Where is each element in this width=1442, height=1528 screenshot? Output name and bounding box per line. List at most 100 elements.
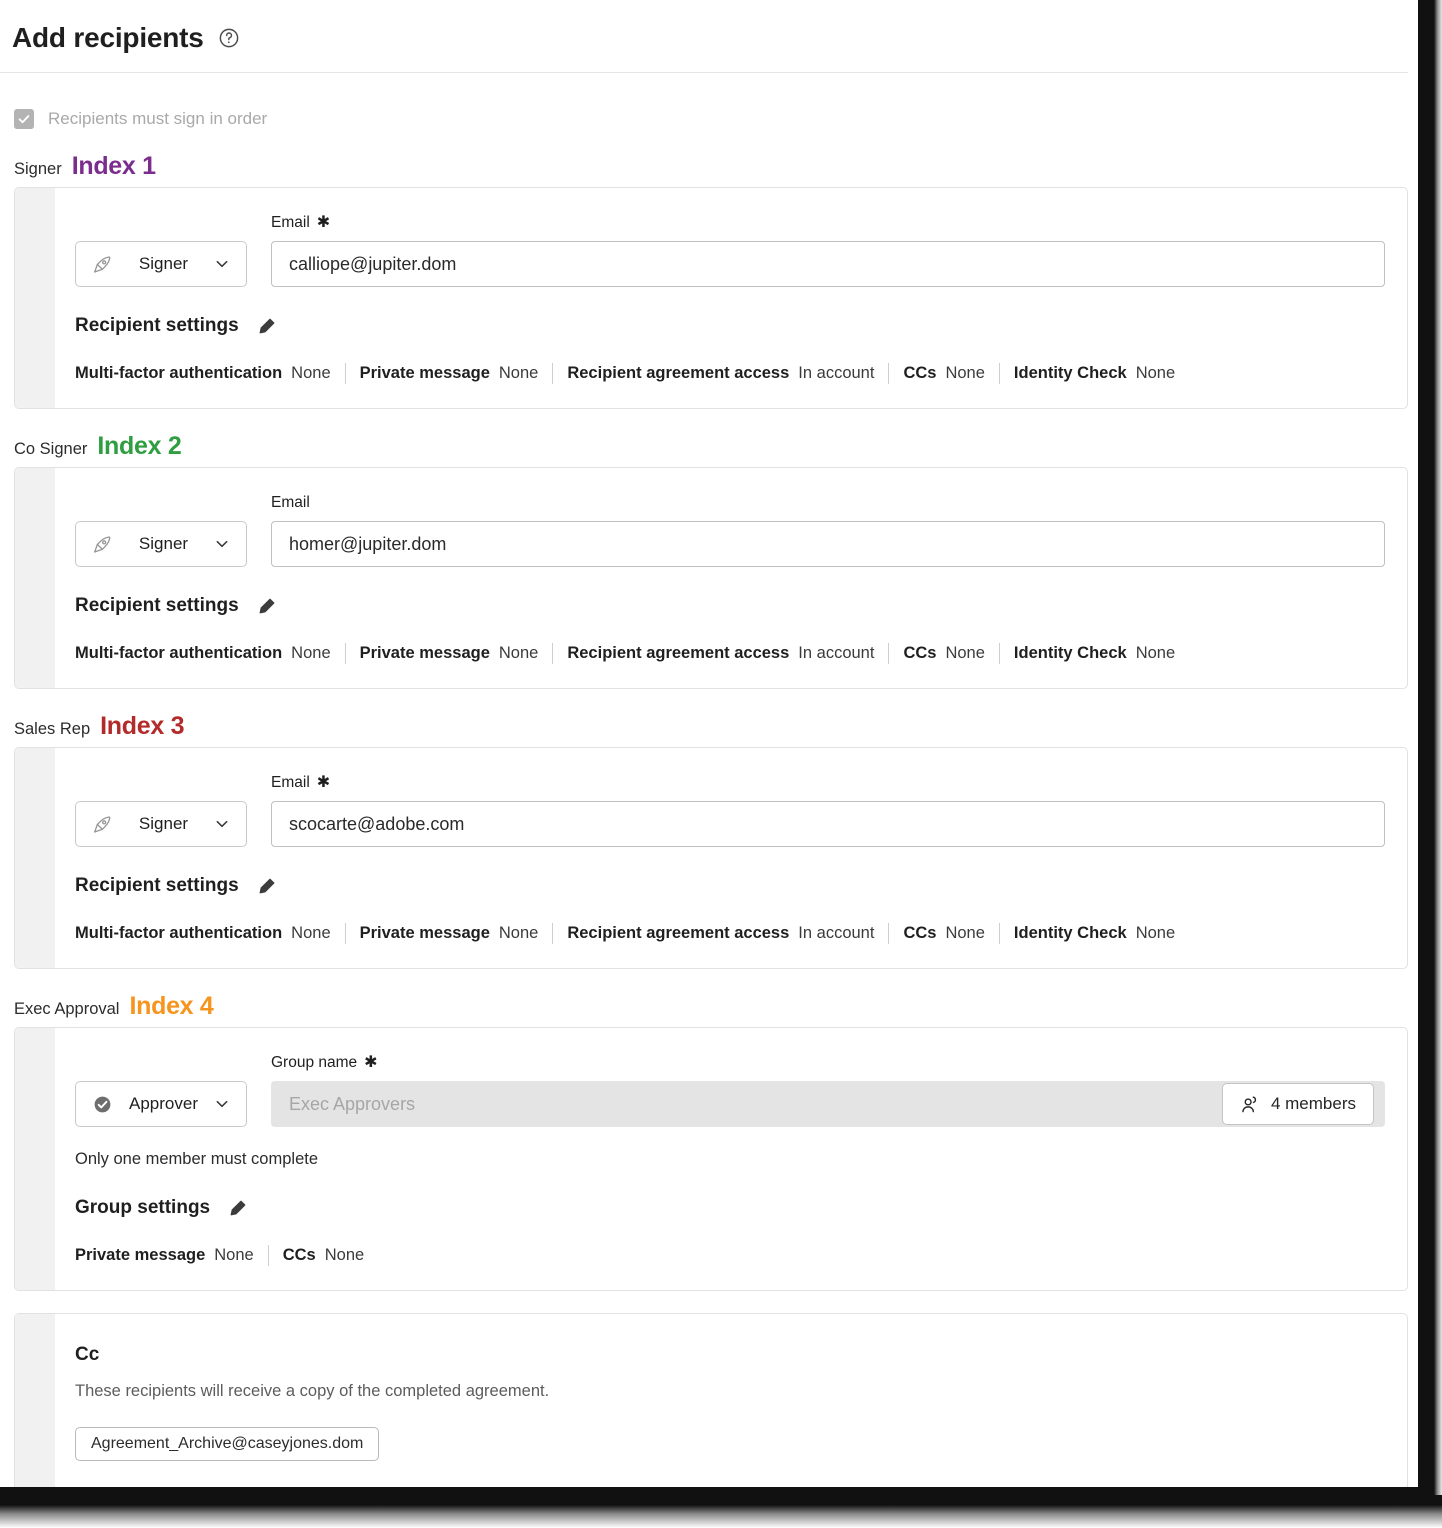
setting-value: None [498,644,539,662]
page-title: Add recipients [12,22,204,53]
recipient-settings-header: Recipient settings [75,287,1407,337]
setting-value: None [498,924,539,942]
sign-in-order-row[interactable]: Recipients must sign in order [0,73,1418,129]
recipient-card-drag-handle[interactable] [15,748,55,968]
pen-nib-icon [93,255,111,273]
setting-item[interactable]: Private message None [75,1246,268,1265]
recipient-index-heading-2: Co Signer Index 2 [0,409,1418,467]
cc-subtitle: These recipients will receive a copy of … [75,1382,550,1400]
setting-item[interactable]: Private message None [346,644,553,663]
recipient-role-select-2[interactable]: Signer [75,521,247,567]
setting-item[interactable]: CCs None [889,364,998,383]
recipient-email-input-1[interactable]: calliope@jupiter.dom [271,241,1385,287]
chevron-down-icon [216,820,228,828]
group-members-button[interactable]: 4 members [1221,1083,1374,1125]
recipient-primary-row: Signer Email ✱ scocarte@adobe.com [75,774,1407,847]
page-header: Add recipients [0,0,1408,73]
setting-value: None [945,364,985,382]
recipient-role-select-1[interactable]: Signer [75,241,247,287]
setting-key: Identity Check [1013,364,1127,382]
recipient-3-settings-summary: Multi-factor authentication None Private m… [75,897,1407,944]
setting-key: Multi-factor authentication [75,644,283,662]
setting-item[interactable]: Multi-factor authentication None [75,364,345,383]
window-bottom-edge [0,1495,1442,1528]
setting-item[interactable]: CCs None [269,1246,378,1265]
sign-in-order-checkbox[interactable] [14,109,34,129]
chevron-down-icon [216,260,228,268]
pencil-icon[interactable] [257,317,276,336]
approver-check-icon [94,1096,111,1112]
group-name-label: Group name ✱ [271,1054,1385,1072]
pen-nib-icon [93,815,111,833]
setting-value: None [324,1246,365,1264]
window-right-edge [1426,0,1442,1528]
group-card-drag-handle[interactable] [15,1028,55,1290]
pencil-icon[interactable] [257,597,276,616]
recipient-role-select-label: Approver [129,1094,198,1113]
group-name-field-group: Group name ✱ Exec Approvers 4 members [271,1054,1385,1127]
setting-value: In account [798,644,875,662]
setting-item[interactable]: Recipient agreement access In account [553,644,888,663]
setting-item[interactable]: Recipient agreement access In account [553,924,888,943]
page-content: Add recipients Recipients must sign in o… [0,0,1418,1487]
recipient-card-2: Signer Email homer@jupiter.dom Recipient se… [14,467,1408,689]
recipient-email-input-2[interactable]: homer@jupiter.dom [271,521,1385,567]
cc-card-grip[interactable] [15,1314,55,1487]
recipients-list: Signer Index 1 Signer Email ✱ calliope@jupite… [0,129,1418,969]
recipient-card-drag-handle[interactable] [15,188,55,408]
setting-key: CCs [903,644,937,662]
recipient-role-select-label: Signer [138,254,189,273]
recipient-role-name: Sales Rep [14,720,91,738]
recipient-email-label: Email ✱ [271,214,1385,232]
recipient-primary-row: Signer Email homer@jupiter.dom [75,494,1407,567]
recipient-card-1: Signer Email ✱ calliope@jupiter.dom Recipien… [14,187,1408,409]
check-icon [18,115,30,124]
recipient-email-field-group: Email ✱ calliope@jupiter.dom [271,214,1385,287]
pencil-icon[interactable] [257,877,276,896]
chevron-down-icon [216,540,228,548]
recipient-role-name: Signer [14,160,62,178]
setting-key: Multi-factor authentication [75,924,283,942]
help-circle-icon[interactable] [218,27,240,49]
setting-item[interactable]: CCs None [889,644,998,663]
group-name-input[interactable]: Exec Approvers [271,1081,1385,1127]
recipient-settings-header: Recipient settings [75,567,1407,617]
setting-item[interactable]: CCs None [889,924,998,943]
group-settings-header: Group settings [75,1169,1407,1219]
recipient-email-input-3[interactable]: scocarte@adobe.com [271,801,1385,847]
setting-item[interactable]: Identity Check None [1000,644,1189,663]
recipient-card-drag-handle[interactable] [15,468,55,688]
required-asterisk: ✱ [316,774,331,791]
setting-item[interactable]: Private message None [346,924,553,943]
recipient-email-label-text: Email [271,774,310,791]
setting-key: Recipient agreement access [567,364,790,382]
setting-key: Private message [359,644,490,662]
setting-item[interactable]: Identity Check None [1000,364,1189,383]
setting-value: None [1135,924,1176,942]
setting-item[interactable]: Private message None [346,364,553,383]
recipient-email-label-text: Email [271,214,310,231]
recipient-1-settings-summary: Multi-factor authentication None Private m… [75,337,1407,384]
required-asterisk: ✱ [364,1054,378,1071]
setting-key: CCs [282,1246,316,1264]
setting-item[interactable]: Recipient agreement access In account [553,364,888,383]
recipient-role-select-4[interactable]: Approver [75,1081,247,1127]
recipient-role-select-label: Signer [138,814,189,833]
recipient-index-label: Index 3 [100,712,185,740]
group-recipient-section: Exec Approval Index 4 Approver Group name ✱ E… [0,969,1418,1291]
pencil-icon[interactable] [228,1199,247,1218]
setting-item[interactable]: Multi-factor authentication None [75,644,345,663]
add-recipients-window: Add recipients Recipients must sign in o… [0,0,1426,1495]
setting-value: None [1135,364,1176,382]
setting-value: None [945,644,985,662]
setting-item[interactable]: Multi-factor authentication None [75,924,345,943]
group-settings-summary: Private message None CCs None [75,1219,1407,1266]
recipient-role-select-3[interactable]: Signer [75,801,247,847]
group-name-label-text: Group name [271,1054,358,1071]
cc-recipient-chip[interactable]: Agreement_Archive@caseyjones.dom [75,1427,380,1461]
cc-card: Cc These recipients will receive a copy … [14,1313,1408,1487]
setting-key: Identity Check [1013,924,1127,942]
setting-item[interactable]: Identity Check None [1000,924,1189,943]
recipient-index-label: Index 2 [97,432,182,460]
recipient-index-heading-4: Exec Approval Index 4 [0,969,1418,1027]
